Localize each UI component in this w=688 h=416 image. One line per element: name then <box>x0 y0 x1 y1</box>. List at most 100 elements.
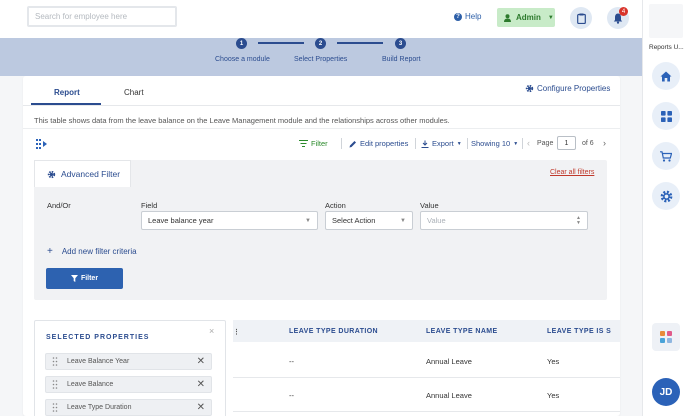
field-select[interactable]: Leave balance year ▼ <box>141 211 318 230</box>
table-cell: Annual Leave <box>426 357 472 366</box>
filter-toggle[interactable]: Filter <box>299 139 328 148</box>
remove-icon[interactable]: ✕ <box>197 356 205 367</box>
table-cell: Yes <box>547 357 560 366</box>
settings-button[interactable] <box>652 182 680 210</box>
download-icon <box>421 140 429 148</box>
next-page-icon[interactable]: › <box>603 138 606 148</box>
selected-properties-title: SELECTED PROPERTIES <box>46 334 150 341</box>
apply-filter-button[interactable]: Filter <box>46 268 123 289</box>
employee-search[interactable] <box>27 6 177 27</box>
notification-badge: 4 <box>619 7 628 16</box>
filter-label: Filter <box>311 139 328 148</box>
rail-label: Reports U... <box>649 44 684 51</box>
step-3-indicator: 3 <box>395 38 406 49</box>
toolbar-divider <box>415 138 416 149</box>
value-placeholder: Value <box>427 216 446 225</box>
chevron-down-icon: ▼ <box>305 217 311 224</box>
table-cell: -- <box>289 391 294 400</box>
action-label: Action <box>325 201 346 210</box>
step-3-label: Build Report <box>382 56 421 63</box>
step-connector <box>258 42 304 44</box>
action-select[interactable]: Select Action ▼ <box>325 211 413 230</box>
export-label: Export <box>432 139 454 148</box>
previous-page-icon[interactable]: ‹ <box>527 138 530 148</box>
chevron-down-icon: ▼ <box>513 140 519 147</box>
selected-property-item[interactable]: Leave Type Duration ✕ <box>45 399 212 416</box>
step-2-label: Select Properties <box>294 56 348 63</box>
toolbar-divider <box>341 138 342 149</box>
selected-property-item[interactable]: Leave Balance Year ✕ <box>45 353 212 370</box>
expand-columns-icon[interactable] <box>36 139 48 149</box>
configure-properties-label: Configure Properties <box>537 84 611 93</box>
drag-handle-icon[interactable] <box>52 403 58 412</box>
top-bar: ? Help Admin ▼ 4 <box>0 0 642 38</box>
and-or-label: And/Or <box>47 201 71 210</box>
clear-all-filters-link[interactable]: Clear all filters <box>550 169 594 176</box>
apps-button[interactable] <box>652 323 680 351</box>
clipboard-button[interactable] <box>570 7 592 29</box>
toolbar-divider <box>467 138 468 149</box>
selected-property-label: Leave Type Duration <box>67 404 132 411</box>
advanced-filter-tab[interactable]: Advanced Filter <box>34 160 131 187</box>
field-label: Field <box>141 201 158 210</box>
column-header[interactable]: LEAVE TYPE DURATION <box>289 328 378 335</box>
step-2-indicator: 2 <box>315 38 326 49</box>
stepper-icon[interactable]: ▲ ▼ <box>576 215 581 226</box>
search-input[interactable] <box>29 8 175 25</box>
edit-properties-button[interactable]: Edit properties <box>349 139 408 148</box>
column-header[interactable]: LEAVE TYPE NAME <box>426 328 498 335</box>
active-tab-indicator <box>31 103 101 105</box>
step-connector <box>337 42 383 44</box>
chevron-down-icon: ▼ <box>456 140 462 147</box>
table-cell: Yes <box>547 391 560 400</box>
user-icon <box>504 13 511 22</box>
selected-property-label: Leave Balance Year <box>67 358 130 365</box>
showing-label: Showing 10 <box>471 139 511 148</box>
dashboard-button[interactable] <box>652 102 680 130</box>
chevron-down-icon: ▼ <box>547 14 554 21</box>
add-criteria-label: Add new filter criteria <box>61 247 137 256</box>
avatar[interactable]: JD <box>652 378 680 406</box>
filter-button-label: Filter <box>80 275 99 282</box>
step-1-label: Choose a module <box>215 56 270 63</box>
drag-handle-icon[interactable] <box>52 380 58 389</box>
tab-report[interactable]: Report <box>54 88 80 97</box>
funnel-icon <box>70 275 78 282</box>
tab-chart[interactable]: Chart <box>124 88 144 97</box>
home-button[interactable] <box>652 62 680 90</box>
apps-icon <box>660 331 672 343</box>
admin-menu-button[interactable]: Admin ▼ <box>497 8 555 27</box>
export-dropdown[interactable]: Export ▼ <box>421 139 462 148</box>
admin-label: Admin <box>516 13 541 22</box>
remove-icon[interactable]: ✕ <box>197 379 205 390</box>
rail-thumbnail[interactable] <box>649 4 683 38</box>
right-rail: Reports U... JD <box>642 0 688 416</box>
table-cell: -- <box>289 357 294 366</box>
field-select-value: Leave balance year <box>148 216 214 225</box>
configure-properties-button[interactable]: Configure Properties <box>525 84 610 93</box>
close-icon[interactable]: × <box>209 326 214 336</box>
page-number-input[interactable]: 1 <box>557 136 576 150</box>
column-header[interactable]: LEAVE TYPE IS S <box>547 328 611 335</box>
gear-icon <box>525 84 534 93</box>
remove-icon[interactable]: ✕ <box>197 402 205 413</box>
drag-handle-icon[interactable] <box>52 357 58 366</box>
selected-property-label: Leave Balance <box>67 381 114 388</box>
help-link[interactable]: ? Help <box>454 12 481 21</box>
cart-button[interactable] <box>652 142 680 170</box>
edit-properties-label: Edit properties <box>360 139 409 148</box>
add-filter-criteria-button[interactable]: + Add new filter criteria <box>47 246 137 257</box>
grid-icon <box>660 110 672 122</box>
page-count-label: of 6 <box>582 140 594 147</box>
selected-property-item[interactable]: Leave Balance ✕ <box>45 376 212 393</box>
page-size-dropdown[interactable]: Showing 10 ▼ <box>471 139 518 148</box>
advanced-filter-title: Advanced Filter <box>61 169 121 179</box>
column-resize-handle[interactable]: ⋮ <box>233 328 240 336</box>
value-input[interactable]: Value ▲ ▼ <box>420 211 588 230</box>
row-divider <box>233 377 620 378</box>
chevron-down-icon: ▼ <box>400 217 406 224</box>
report-tabs: Report Chart Configure Properties <box>23 76 620 106</box>
toolbar-divider <box>522 138 523 149</box>
gear-icon <box>660 190 672 202</box>
cart-icon <box>660 150 672 162</box>
